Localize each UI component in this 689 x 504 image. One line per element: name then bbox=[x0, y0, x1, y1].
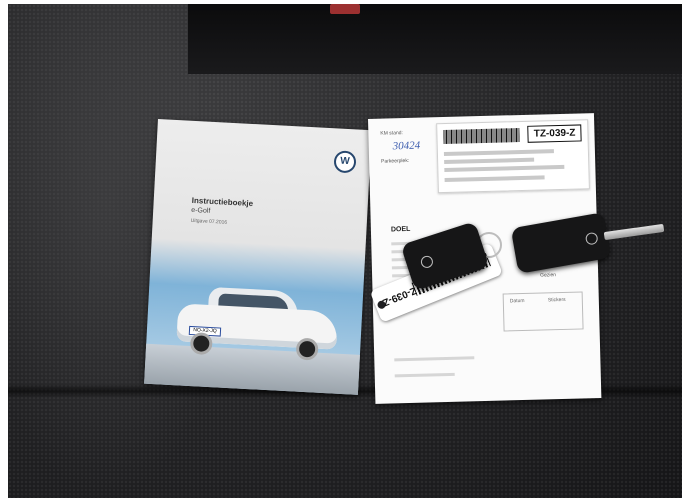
owner-manual: Instructieboekje e-Golf Uitgave 07.2016 … bbox=[144, 119, 372, 395]
photo: Instructieboekje e-Golf Uitgave 07.2016 … bbox=[8, 4, 682, 498]
seat-backrest-shadow bbox=[188, 4, 682, 74]
sticker-line bbox=[444, 164, 565, 173]
front-wheel bbox=[189, 332, 213, 356]
vw-logo-icon bbox=[333, 150, 357, 174]
car-illustration: NO-X2-JQ bbox=[176, 285, 339, 363]
sticker-barcode bbox=[443, 128, 520, 145]
vw-key-logo-icon bbox=[419, 254, 435, 270]
manual-edition: Uitgave 07.2016 bbox=[190, 217, 228, 226]
km-label: KM stand: bbox=[380, 130, 403, 137]
doc-signature-box: Datum Stickers bbox=[502, 291, 584, 332]
check-label: Gezien bbox=[540, 272, 557, 279]
sticker-line bbox=[443, 149, 554, 157]
red-light-glint bbox=[330, 4, 360, 14]
parking-label: Parkeerplek: bbox=[381, 157, 410, 165]
vw-key-logo-icon bbox=[584, 231, 599, 246]
doc-row bbox=[394, 356, 475, 362]
doc-row bbox=[394, 372, 455, 378]
handwritten-mileage: 30424 bbox=[392, 139, 421, 153]
box-label: Datum bbox=[509, 297, 525, 305]
plate-sticker: TZ-039-Z bbox=[436, 119, 590, 194]
rear-wheel bbox=[295, 337, 319, 361]
box-label: Stickers bbox=[547, 296, 566, 304]
sticker-line bbox=[444, 175, 545, 183]
manual-subtitle: e-Golf bbox=[191, 206, 211, 215]
sticker-plate: TZ-039-Z bbox=[527, 124, 582, 143]
doc-heading: DOEL bbox=[390, 225, 411, 234]
manual-title: Instructieboekje bbox=[191, 195, 254, 209]
sticker-line bbox=[444, 157, 535, 165]
